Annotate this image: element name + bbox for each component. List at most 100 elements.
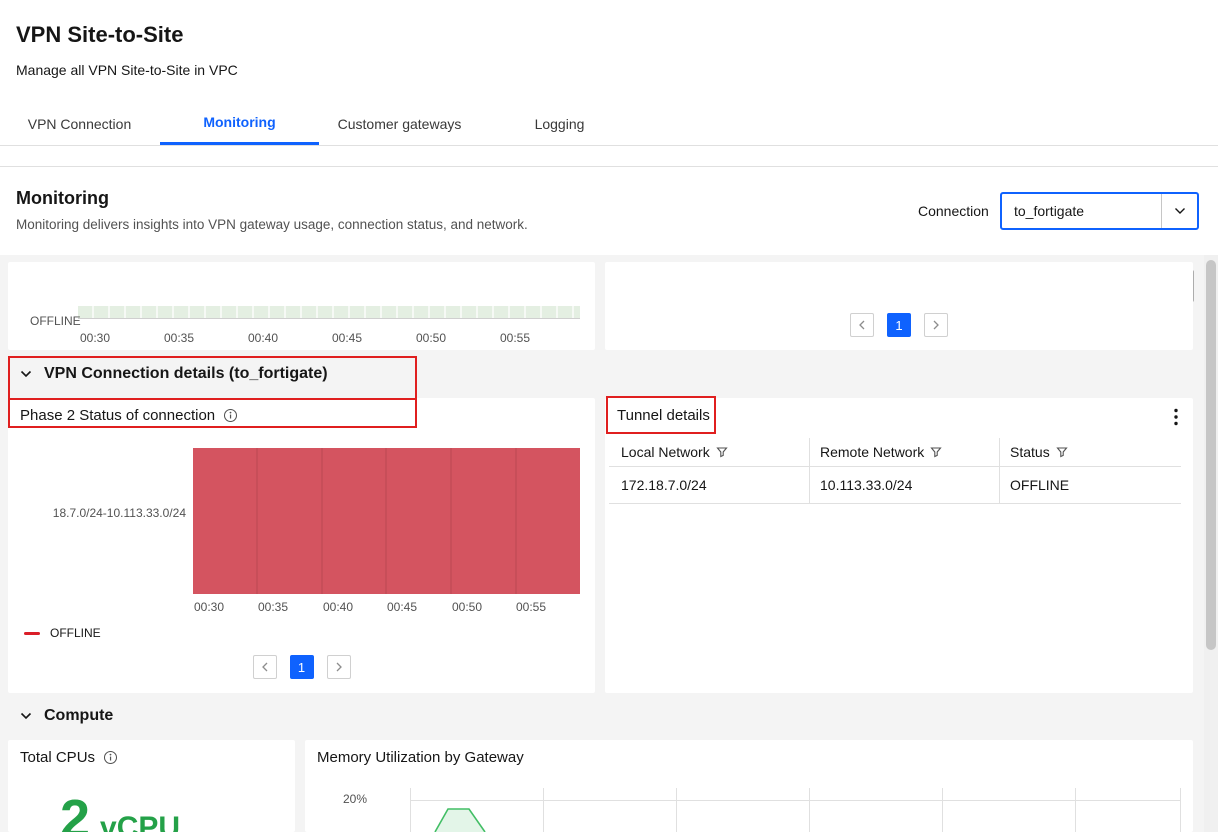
top-right-card: 1 <box>605 262 1193 350</box>
connection-label: Connection <box>918 203 989 219</box>
gridline <box>410 800 1180 801</box>
chevron-left-icon <box>262 662 268 672</box>
memory-y-tick: 20% <box>333 792 367 806</box>
gridline <box>809 788 810 832</box>
column-label: Status <box>1010 444 1050 460</box>
phase1-offline-label: OFFLINE <box>30 314 81 328</box>
vpn-details-section-title: VPN Connection details (to_fortigate) <box>44 365 328 383</box>
cpu-count: 2 <box>60 789 90 832</box>
compute-section-title: Compute <box>44 707 113 725</box>
chevron-down-icon <box>1161 194 1197 228</box>
column-header-remote-network[interactable]: Remote Network <box>809 438 999 466</box>
connection-dropdown-value: to_fortigate <box>1002 203 1161 219</box>
vpn-details-section-header[interactable]: VPN Connection details (to_fortigate) <box>20 365 328 383</box>
column-header-status[interactable]: Status <box>999 438 1175 466</box>
dashboard-area: Last 30 minutes R <box>0 255 1218 832</box>
tab-bar: VPN Connection Monitoring Customer gatew… <box>0 102 1218 146</box>
x-tick: 00:40 <box>235 331 291 345</box>
cell-status: OFFLINE <box>999 467 1175 503</box>
gridline <box>942 788 943 832</box>
kebab-icon <box>1174 408 1178 426</box>
cell-remote-network: 10.113.33.0/24 <box>809 467 999 503</box>
tab-logging[interactable]: Logging <box>480 102 639 145</box>
phase2-status-card: Phase 2 Status of connection 18.7.0/24-1… <box>8 398 595 693</box>
tab-customer-gateways[interactable]: Customer gateways <box>320 102 479 145</box>
column-header-local-network[interactable]: Local Network <box>609 438 809 466</box>
cell-local-network: 172.18.7.0/24 <box>609 467 809 503</box>
page-subtitle: Manage all VPN Site-to-Site in VPC <box>16 62 238 78</box>
tab-monitoring[interactable]: Monitoring <box>160 102 319 145</box>
filter-icon[interactable] <box>716 446 728 458</box>
pagination-page-1[interactable]: 1 <box>887 313 911 337</box>
monitoring-heading: Monitoring <box>16 188 109 209</box>
phase2-pagination: 1 <box>253 655 351 679</box>
info-icon[interactable] <box>223 408 238 423</box>
pagination-page-1[interactable]: 1 <box>290 655 314 679</box>
divider <box>0 166 1218 167</box>
pagination-next-button[interactable] <box>327 655 351 679</box>
gridline <box>410 788 411 832</box>
phase1-status-timeline <box>78 306 580 319</box>
chevron-right-icon <box>933 320 939 330</box>
chevron-left-icon <box>859 320 865 330</box>
gridline <box>543 788 544 832</box>
offline-bar <box>193 448 256 594</box>
x-tick: 00:30 <box>67 331 123 345</box>
phase1-status-card: OFFLINE 00:30 00:35 00:40 00:45 00:50 00… <box>8 262 595 350</box>
x-tick: 00:50 <box>403 331 459 345</box>
filter-icon[interactable] <box>1056 446 1068 458</box>
x-tick: 00:50 <box>439 600 495 614</box>
compute-section-header[interactable]: Compute <box>20 707 113 725</box>
x-tick: 00:40 <box>310 600 366 614</box>
table-header-row: Local Network Remote Network Status <box>609 438 1181 467</box>
phase2-y-axis-label: 18.7.0/24-10.113.33.0/24 <box>8 506 186 520</box>
cpu-unit: vCPU <box>100 811 180 832</box>
pagination: 1 <box>605 313 1193 337</box>
pagination-next-button[interactable] <box>924 313 948 337</box>
phase2-title: Phase 2 Status of connection <box>20 407 215 424</box>
chevron-down-icon <box>20 712 32 720</box>
column-label: Local Network <box>621 444 710 460</box>
table-row[interactable]: 172.18.7.0/24 10.113.33.0/24 OFFLINE <box>609 467 1181 504</box>
tunnel-details-title: Tunnel details <box>617 407 710 424</box>
connection-dropdown[interactable]: to_fortigate <box>1000 192 1199 230</box>
chevron-down-icon <box>20 370 32 378</box>
x-tick: 00:30 <box>181 600 237 614</box>
tunnel-table: Local Network Remote Network Status <box>609 438 1181 504</box>
x-tick: 00:45 <box>374 600 430 614</box>
legend-label-offline: OFFLINE <box>50 626 101 640</box>
pagination-prev-button[interactable] <box>253 655 277 679</box>
offline-bar <box>258 448 321 594</box>
total-cpus-title: Total CPUs <box>20 749 95 766</box>
monitoring-description: Monitoring delivers insights into VPN ga… <box>16 217 528 232</box>
gridline <box>676 788 677 832</box>
column-label: Remote Network <box>820 444 924 460</box>
total-cpus-value: 2 vCPU <box>60 792 180 832</box>
legend-swatch-offline <box>24 632 40 635</box>
scrollbar-thumb[interactable] <box>1206 260 1216 650</box>
pagination-prev-button[interactable] <box>850 313 874 337</box>
overflow-menu-button[interactable] <box>1163 404 1189 430</box>
tab-vpn-connection[interactable]: VPN Connection <box>0 102 159 145</box>
gridline <box>1075 788 1076 832</box>
memory-utilization-card: Memory Utilization by Gateway 20% <box>305 740 1193 832</box>
total-cpus-card: Total CPUs 2 vCPU <box>8 740 295 832</box>
offline-bar <box>323 448 386 594</box>
offline-bar <box>452 448 515 594</box>
x-tick: 00:45 <box>319 331 375 345</box>
tunnel-details-card: Tunnel details Local Network Remote <box>605 398 1193 693</box>
phase2-chart-plot[interactable] <box>193 448 580 594</box>
x-tick: 00:55 <box>503 600 559 614</box>
info-icon[interactable] <box>103 750 118 765</box>
filter-icon[interactable] <box>930 446 942 458</box>
offline-bar <box>517 448 580 594</box>
phase2-legend: OFFLINE <box>24 626 101 640</box>
x-tick: 00:35 <box>151 331 207 345</box>
gridline <box>1180 788 1181 832</box>
x-tick: 00:55 <box>487 331 543 345</box>
offline-bar <box>387 448 450 594</box>
chevron-right-icon <box>336 662 342 672</box>
page-title: VPN Site-to-Site <box>16 22 183 48</box>
memory-area-series <box>433 806 493 832</box>
x-tick: 00:35 <box>245 600 301 614</box>
